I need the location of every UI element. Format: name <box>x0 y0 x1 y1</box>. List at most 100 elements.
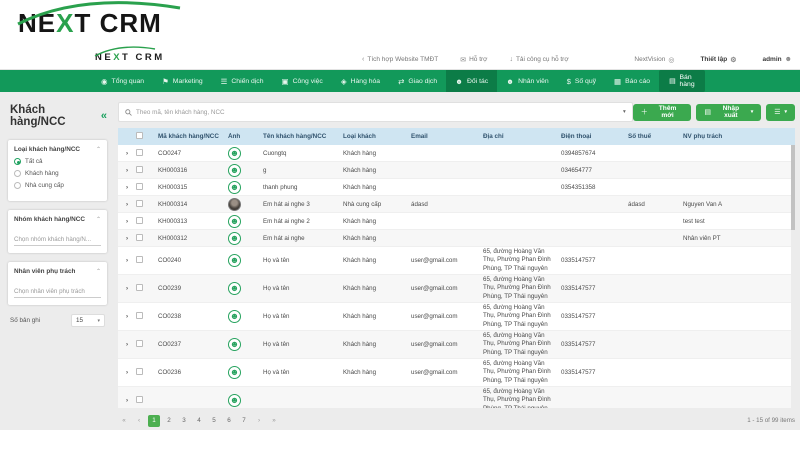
sale-mode-button[interactable]: ▤ Bán hàng <box>659 70 705 92</box>
topbar-account-item[interactable]: NextVision ◎ <box>634 56 674 64</box>
person-avatar-icon: ☻ <box>228 310 241 323</box>
expand-row-icon[interactable]: › <box>118 235 133 242</box>
main-panel: ▾ ＋ Thêm mới ▤ Nhập xuất ▾ ☰ ▾ Mã khác <box>118 92 795 430</box>
cell-name: Họ và tên <box>263 341 290 348</box>
pagination-prev[interactable]: ‹ <box>133 415 145 427</box>
chevron-up-icon[interactable]: ⌃ <box>96 146 101 153</box>
chevron-down-icon: ▾ <box>97 317 100 324</box>
row-checkbox[interactable] <box>136 233 143 241</box>
expand-row-icon[interactable]: › <box>118 369 133 376</box>
expand-row-icon[interactable]: › <box>118 313 133 320</box>
sidebar: Khách hàng/NCC « Loại khách hàng/NCC ⌃ Tất… <box>0 92 115 430</box>
pagination-page[interactable]: 4 <box>193 415 205 427</box>
pagination-page[interactable]: 3 <box>178 415 190 427</box>
search-filter-caret-icon[interactable]: ▾ <box>623 109 626 115</box>
expand-row-icon[interactable]: › <box>118 341 133 348</box>
cell-code: CO0240 <box>158 257 182 264</box>
cell-staff: Nguyen Van A <box>683 200 723 208</box>
cell-code: CO0247 <box>158 149 182 157</box>
records-select[interactable]: 15 ▾ <box>71 314 105 327</box>
radio-option[interactable]: Tất cả <box>14 158 101 165</box>
filter-select-input[interactable] <box>14 286 101 298</box>
row-checkbox[interactable] <box>136 312 143 319</box>
records-per-page: Số bản ghi 15 ▾ <box>8 314 107 327</box>
nav-item-số-quỹ[interactable]: $ Số quỹ <box>558 70 605 92</box>
pagination-first[interactable]: « <box>118 415 130 427</box>
add-new-button[interactable]: ＋ Thêm mới <box>632 103 692 121</box>
pagination-last[interactable]: » <box>268 415 280 427</box>
row-checkbox[interactable] <box>136 148 143 156</box>
sidebar-collapse-icon[interactable]: « <box>101 110 107 122</box>
filter-card: Loại khách hàng/NCC ⌃ Tất cả Khách hàng Nhà … <box>8 140 107 201</box>
nav-item-báo-cáo[interactable]: ▦ Báo cáo <box>605 70 659 92</box>
row-checkbox[interactable] <box>136 182 143 190</box>
expand-row-icon[interactable]: › <box>118 201 133 208</box>
row-checkbox[interactable] <box>136 256 143 263</box>
scrollbar-thumb[interactable] <box>791 145 795 230</box>
vertical-scrollbar[interactable] <box>791 145 795 408</box>
row-checkbox[interactable] <box>136 216 143 224</box>
cell-type: Khách hàng <box>343 313 377 320</box>
expand-row-icon[interactable]: › <box>118 397 133 404</box>
row-checkbox[interactable] <box>136 340 143 347</box>
transaction-icon: ⇄ <box>398 76 405 86</box>
nav-item-tổng-quan[interactable]: ◉ Tổng quan <box>92 70 153 92</box>
nav-item-công-việc[interactable]: ▣ Công việc <box>273 70 332 92</box>
cell-code: KH000312 <box>158 234 188 242</box>
search-box[interactable]: ▾ <box>118 102 633 122</box>
nav-item-hàng-hóa[interactable]: ◈ Hàng hóa <box>332 70 389 92</box>
pagination-page[interactable]: 6 <box>223 415 235 427</box>
nav-item-đối-tác[interactable]: ☻ Đối tác <box>446 70 498 92</box>
radio-option[interactable]: Khách hàng <box>14 170 101 177</box>
row-checkbox[interactable] <box>136 396 143 403</box>
topbar-link[interactable]: ‹ Tích hợp Website TMĐT <box>362 56 438 63</box>
nav-item-chiến-dịch[interactable]: ☰ Chiến dịch <box>212 70 273 92</box>
topbar-account-item[interactable]: admin ☻ <box>762 56 792 63</box>
expand-row-icon[interactable]: › <box>118 150 133 157</box>
row-checkbox[interactable] <box>136 165 143 173</box>
content-area: Khách hàng/NCC « Loại khách hàng/NCC ⌃ Tất… <box>0 92 800 430</box>
sale-button-label: Bán hàng <box>679 74 695 88</box>
search-input[interactable] <box>136 108 619 116</box>
cell-name: Họ và tên <box>263 285 290 292</box>
expand-row-icon[interactable]: › <box>118 167 133 174</box>
chevron-up-icon[interactable]: ⌃ <box>96 268 101 275</box>
chevron-up-icon[interactable]: ⌃ <box>96 216 101 223</box>
nav-item-marketing[interactable]: ⚑ Marketing <box>153 70 212 92</box>
filter-cards: Loại khách hàng/NCC ⌃ Tất cả Khách hàng Nhà … <box>8 140 107 305</box>
expand-row-icon[interactable]: › <box>118 257 133 264</box>
radio-option[interactable]: Nhà cung cấp <box>14 182 101 189</box>
expand-row-icon[interactable]: › <box>118 218 133 225</box>
radio-option-label: Nhà cung cấp <box>25 182 64 189</box>
filter-select-input[interactable] <box>14 234 101 246</box>
cell-type: Khách hàng <box>343 234 377 242</box>
pagination-page[interactable]: 7 <box>238 415 250 427</box>
person-avatar-icon: ☻ <box>228 231 241 245</box>
row-checkbox[interactable] <box>136 284 143 291</box>
expand-row-icon[interactable]: › <box>118 184 133 191</box>
pagination-page[interactable]: 1 <box>148 414 160 427</box>
brand-logo-large: NEXT CRM <box>17 1 181 36</box>
pagination-page[interactable]: 2 <box>163 415 175 427</box>
nav-item-nhân-viên[interactable]: ☻ Nhân viên <box>497 70 558 92</box>
select-all-checkbox[interactable] <box>136 132 143 139</box>
row-select-cell <box>133 256 155 265</box>
topbar-account-item[interactable]: Thiết lập ⚙ <box>700 56 736 64</box>
chevron-down-icon: ▾ <box>750 109 754 115</box>
topbar-link[interactable]: ✉ Hỗ trợ <box>460 56 487 64</box>
radio-icon <box>14 170 21 177</box>
table-header-row: Mã khách hàng/NCC Ảnh Tên khách hàng/NCC Lo… <box>118 128 795 145</box>
pagination-next[interactable]: › <box>253 415 265 427</box>
row-checkbox[interactable] <box>136 199 143 207</box>
pagination-page[interactable]: 5 <box>208 415 220 427</box>
search-icon <box>125 108 132 116</box>
topbar-link[interactable]: ↓ Tải công cụ hỗ trợ <box>509 56 568 63</box>
row-checkbox[interactable] <box>136 368 143 375</box>
report-icon: ▦ <box>614 76 622 86</box>
pagination: «‹ 1 2 3 4 5 6 7 ›» 1 - 15 of 99 items <box>118 414 795 427</box>
list-options-button[interactable]: ☰ ▾ <box>766 103 795 121</box>
filter-card: Nhân viên phụ trách ⌃ <box>8 262 107 305</box>
expand-row-icon[interactable]: › <box>118 285 133 292</box>
nav-item-giao-dịch[interactable]: ⇄ Giao dịch <box>389 70 446 92</box>
import-export-button[interactable]: ▤ Nhập xuất ▾ <box>696 103 762 121</box>
